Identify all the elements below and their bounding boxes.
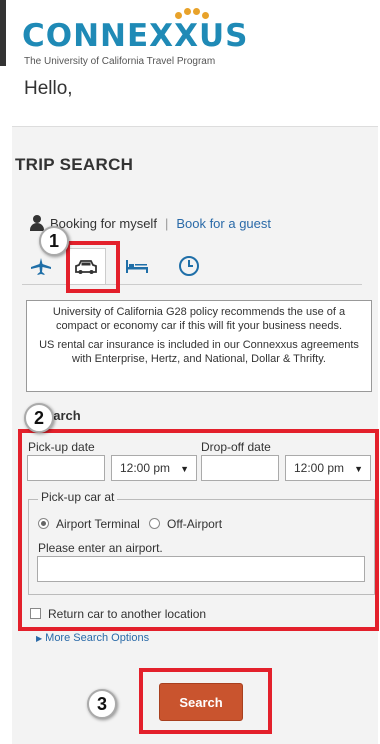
booking-options: Booking for myself | Book for a guest [30, 215, 271, 231]
more-search-options-label: More Search Options [45, 632, 150, 644]
callout-badge-1: 1 [39, 226, 69, 256]
header-accent-bar [0, 0, 6, 66]
trip-search-title: TRIP SEARCH [15, 155, 134, 174]
car-policy-notice: University of California G28 policy reco… [26, 300, 372, 392]
callout-badge-2: 2 [24, 403, 54, 433]
book-for-guest-link[interactable]: Book for a guest [176, 216, 271, 231]
booking-self-option[interactable]: Booking for myself [50, 216, 157, 231]
callout-highlight-2 [18, 429, 379, 631]
caret-right-icon: ▶ [36, 634, 43, 643]
clock-icon [179, 256, 199, 276]
policy-line-2: US rental car insurance is included in o… [39, 338, 359, 365]
callout-badge-3: 3 [87, 689, 117, 719]
logo-tagline: The University of California Travel Prog… [24, 56, 216, 67]
airplane-icon [31, 258, 51, 275]
more-search-options-link[interactable]: ▶ More Search Options [36, 632, 149, 644]
booking-separator: | [164, 215, 169, 231]
policy-line-1: University of California G28 policy reco… [52, 306, 346, 333]
tab-history[interactable] [170, 248, 208, 284]
connexxus-logo: CONNEXXUS [22, 18, 249, 54]
callout-highlight-3 [139, 668, 272, 734]
greeting: Hello, [24, 78, 73, 99]
tab-hotel[interactable] [118, 248, 156, 284]
person-icon [30, 215, 44, 231]
logo-dots-icon [175, 8, 209, 22]
bed-icon [126, 260, 148, 273]
callout-highlight-1 [66, 241, 120, 293]
